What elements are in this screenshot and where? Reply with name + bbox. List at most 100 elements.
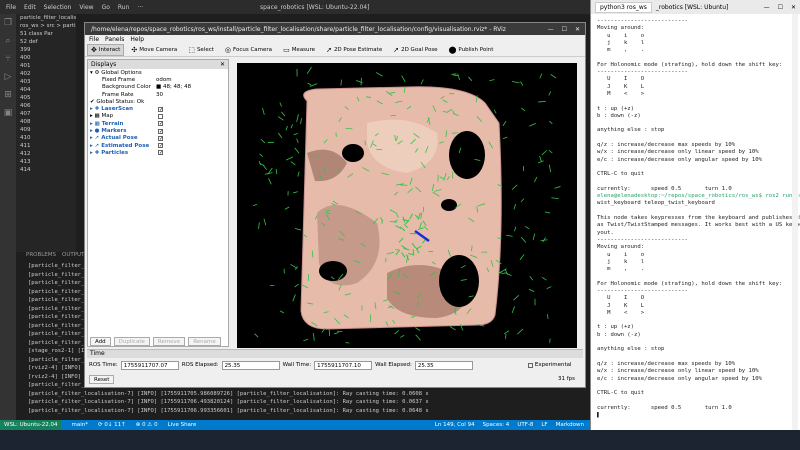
3d-view[interactable]	[237, 63, 577, 348]
menu-item[interactable]: Edit	[24, 4, 36, 11]
particle-arrow	[292, 294, 296, 302]
tool-2d-pose-estimate[interactable]: ➚ 2D Pose Estimate	[322, 44, 386, 56]
rviz-menu-item[interactable]: Help	[130, 36, 144, 43]
tool-measure[interactable]: ▭ Measure	[279, 44, 319, 56]
display-row[interactable]: Fixed Frame odom	[88, 76, 228, 83]
panel-tab[interactable]: PROBLEMS	[26, 252, 56, 262]
tool-select[interactable]: ⬚ Select	[184, 44, 218, 56]
rviz-menu-item[interactable]: Panels	[105, 36, 124, 43]
particle-arrow	[275, 168, 278, 175]
tool-label: Select	[196, 46, 214, 53]
tool-2d-goal-pose[interactable]: ➚ 2D Goal Pose	[389, 44, 441, 56]
display-value[interactable]: 30	[156, 92, 163, 98]
reset-button[interactable]: Reset	[89, 374, 115, 384]
language-mode[interactable]: Markdown	[556, 422, 584, 428]
problems-indicator[interactable]: ⊗ 0 ⚠ 0	[136, 422, 158, 428]
display-checkbox[interactable]: ✓	[158, 128, 163, 134]
display-checkbox[interactable]: ✓	[158, 150, 163, 156]
display-row[interactable]: ✔ Global Status: Ok	[88, 98, 228, 105]
particle-arrow	[260, 138, 266, 144]
terminal-line: w/x : increase/decrease only linear spee…	[597, 149, 759, 156]
remote-indicator[interactable]: WSL: Ubuntu-22.04	[0, 420, 62, 430]
displays-title: Displays	[91, 61, 117, 68]
menu-item[interactable]: Selection	[44, 4, 72, 11]
tool-interact[interactable]: ✥ Interact	[87, 43, 125, 56]
particle-arrow	[290, 124, 293, 129]
panel-tab[interactable]: OUTPUT	[62, 252, 84, 262]
minimize-icon[interactable]: —	[548, 26, 554, 33]
wall-elapsed-field[interactable]: 25.35	[414, 360, 473, 370]
display-checkbox[interactable]: ✓	[158, 135, 163, 141]
editor-line: 405	[20, 95, 31, 101]
menu-item[interactable]: View	[79, 4, 93, 11]
close-panel-icon[interactable]: ✕	[220, 61, 228, 68]
display-row[interactable]: ▸ ▦ Terrain ✓	[88, 120, 228, 127]
editor-line: 52 def	[20, 39, 38, 45]
encoding[interactable]: UTF-8	[517, 422, 533, 428]
maximize-icon[interactable]: ☐	[562, 26, 567, 33]
display-row[interactable]: ▸ ✚ Particles ✓	[88, 149, 228, 156]
live-share-button[interactable]: Live Share	[168, 422, 197, 428]
display-row[interactable]: ▸ ➚ Estimated Pose ✓	[88, 142, 228, 149]
terminal-scrollbar[interactable]	[792, 14, 798, 430]
experimental-checkbox[interactable]	[527, 362, 533, 368]
branch-indicator[interactable]: main*	[71, 422, 88, 428]
terminal-line: yout.	[597, 229, 614, 236]
display-checkbox[interactable]	[158, 113, 163, 119]
experimental-toggle[interactable]: Experimental	[527, 362, 572, 368]
tool-publish-point[interactable]: ⬤ Publish Point	[445, 44, 498, 56]
display-row[interactable]: ▸ ● Markers ✓	[88, 127, 228, 134]
add-button[interactable]: Add	[90, 336, 111, 346]
display-checkbox[interactable]: ✓	[158, 121, 163, 127]
search-icon[interactable]: ⌕	[0, 32, 16, 50]
menu-item[interactable]: Go	[102, 4, 110, 11]
tool-icon: ⬤	[448, 45, 457, 54]
display-checkbox[interactable]: ✓	[158, 106, 163, 112]
particle-arrow	[519, 254, 525, 261]
run-debug-icon[interactable]: ▷	[0, 68, 16, 86]
display-value[interactable]: ■ 48; 48; 48	[156, 84, 191, 90]
display-row[interactable]: Background Color ■ 48; 48; 48	[88, 84, 228, 91]
minimize-icon[interactable]: —	[764, 4, 770, 11]
rviz-menu-item[interactable]: File	[89, 36, 99, 43]
cursor-position[interactable]: Ln 149, Col 94	[435, 422, 475, 428]
particle-arrow	[548, 91, 552, 96]
display-row[interactable]: ▾ ⚙ Global Options	[88, 69, 228, 76]
wall-time-field[interactable]: 1755911707.10	[314, 360, 373, 370]
terminal-title: _robotics [WSL: Ubuntu]	[655, 3, 729, 11]
ros-time-field[interactable]: 1755911707.07	[120, 360, 179, 370]
display-row[interactable]: ▸ ▦ Map	[88, 113, 228, 120]
menu-item[interactable]: Run	[118, 4, 130, 11]
close-icon[interactable]: ✕	[575, 26, 580, 33]
close-icon[interactable]: ✕	[791, 4, 796, 11]
extensions-icon[interactable]: ⊞	[0, 86, 16, 104]
tool-label: Publish Point	[458, 46, 494, 53]
remote-explorer-icon[interactable]: ▣	[0, 104, 16, 122]
display-row[interactable]: ▸ ✚ LaserScan ✓	[88, 105, 228, 112]
line-ending[interactable]: LF	[541, 422, 547, 428]
menu-item[interactable]: ···	[137, 4, 143, 11]
display-value[interactable]: odom	[156, 77, 172, 83]
source-control-icon[interactable]: ⑂	[0, 50, 16, 68]
display-checkbox[interactable]: ✓	[158, 143, 163, 149]
display-row[interactable]: ▸ ➚ Actual Pose ✓	[88, 135, 228, 142]
terminal-tab[interactable]: python3 ros_ws	[595, 1, 652, 13]
indentation[interactable]: Spaces: 4	[483, 422, 510, 428]
maximize-icon[interactable]: ☐	[778, 4, 783, 11]
particle-arrow	[548, 149, 553, 154]
terminal-output[interactable]: --------------------------- Moving around…	[591, 14, 800, 419]
menu-item[interactable]: File	[6, 4, 16, 11]
editor-line: 412	[20, 151, 31, 157]
tool-focus-camera[interactable]: ◎ Focus Camera	[221, 44, 276, 56]
tool-move-camera[interactable]: ✣ Move Camera	[127, 44, 181, 56]
editor-line: 402	[20, 71, 31, 77]
display-row[interactable]: Frame Rate 30	[88, 91, 228, 98]
editor-line: 399	[20, 47, 31, 53]
wall-time-label: Wall Time:	[282, 362, 312, 368]
ros-elapsed-field[interactable]: 25.35	[221, 360, 280, 370]
particle-arrow	[541, 150, 547, 156]
explorer-icon[interactable]: ❐	[0, 14, 16, 32]
particle-arrow	[511, 81, 520, 84]
sync-indicator[interactable]: ⟳ 0↓ 11↑	[98, 422, 126, 428]
particle-arrow	[525, 226, 530, 230]
